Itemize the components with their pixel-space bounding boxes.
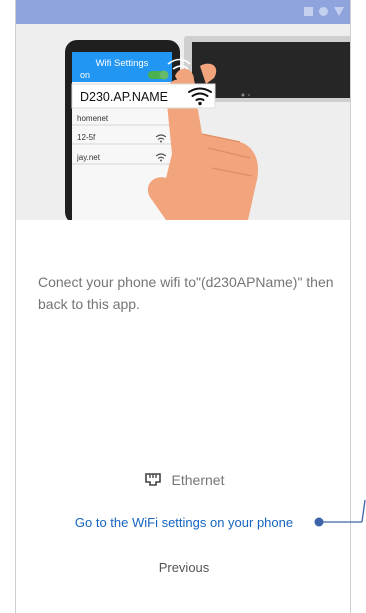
ethernet-label: Ethernet bbox=[171, 472, 225, 488]
status-bar bbox=[16, 0, 350, 24]
wifi-instruction-text: Conect your phone wifi to"(d230APName)" … bbox=[38, 274, 334, 312]
wifi-toggle-label: on bbox=[80, 70, 90, 80]
previous-button[interactable]: Previous bbox=[16, 560, 350, 575]
wifi-settings-link[interactable]: Go to the WiFi settings on your phone bbox=[16, 515, 350, 530]
network-name: jay.net bbox=[76, 153, 101, 162]
signal-dot-icon bbox=[319, 7, 328, 16]
network-name: 12-5f bbox=[77, 133, 96, 142]
selected-network-wifi-dot bbox=[198, 101, 202, 106]
wifi-settings-title: Wifi Settings bbox=[96, 58, 149, 69]
callout-line-end bbox=[361, 499, 366, 523]
network-name: homenet bbox=[77, 114, 109, 123]
wifi-illustration: Wifi Settings on homenet 12-5f jay.net D… bbox=[16, 24, 350, 224]
selected-network-name: D230.AP.NAME bbox=[80, 90, 168, 104]
ethernet-port-icon bbox=[144, 473, 161, 486]
notification-icon bbox=[304, 7, 313, 16]
network-wifi-dot bbox=[160, 159, 162, 162]
ethernet-option[interactable]: Ethernet bbox=[16, 472, 350, 488]
device-dot-2 bbox=[248, 94, 250, 96]
app-screen: Wifi Settings on homenet 12-5f jay.net D… bbox=[15, 0, 351, 613]
network-wifi-dot bbox=[160, 140, 162, 143]
wifi-toggle-knob bbox=[159, 70, 169, 80]
device-dot bbox=[241, 93, 245, 97]
illustration-svg: Wifi Settings on homenet 12-5f jay.net D… bbox=[65, 36, 350, 224]
wifi-signal-icon bbox=[334, 7, 344, 16]
